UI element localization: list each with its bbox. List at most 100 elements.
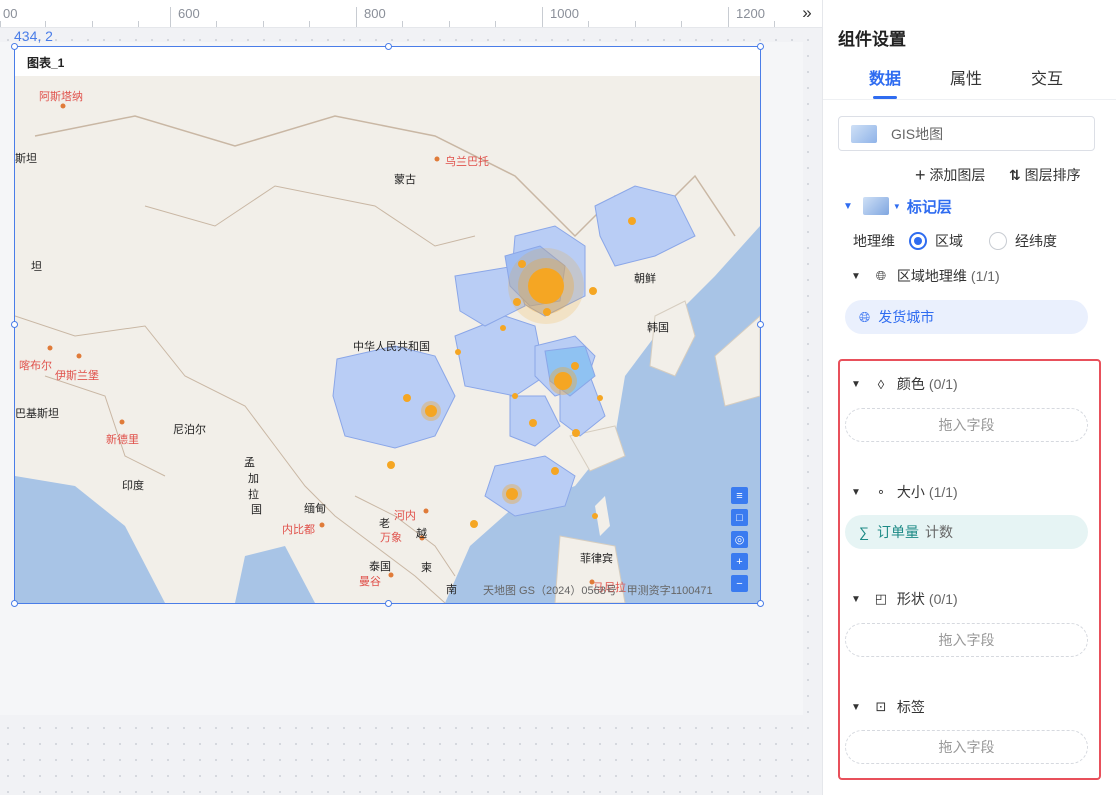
map-thumbnail-icon [851,124,877,143]
section-count: (1/1) [928,484,958,500]
map-label: 拉 [248,489,259,501]
chevron-down-icon[interactable]: ▼ [851,271,861,282]
map-label: 泰国 [369,561,391,573]
plus-icon[interactable]: + [731,553,748,570]
double-chevron-right-icon[interactable]: » [796,2,818,24]
circles-icon: ∘ [876,484,885,499]
region-geo-section[interactable]: ▼ 🌐︎ 区域地理维 (1/1) [851,266,1000,286]
plus-icon: + [915,165,926,185]
aggregation-label: 计数 [924,524,953,540]
sigma-icon: ∑ [859,524,869,540]
map-label: 中华人民共和国 [353,341,430,353]
tab-data[interactable]: 数据 [869,65,901,89]
map-label: 蒙古 [394,174,416,186]
shapes-icon: ◰ [874,591,888,606]
map-label: 孟 [244,457,255,469]
chevron-down-icon[interactable]: ▼ [851,379,861,390]
section-label: 颜色 [896,376,925,392]
layer-thumbnail-icon [862,197,889,215]
tag-icon: ⊡ [875,699,887,714]
resize-handle[interactable] [757,43,764,50]
chevron-down-icon[interactable]: ▼ [851,487,861,498]
size-field-pill[interactable]: ∑ 订单量 计数 [845,515,1088,549]
map-label: 尼泊尔 [173,424,206,436]
add-layer-label: 添加图层 [929,167,986,183]
radio-latlng[interactable] [989,232,1007,250]
layer-item[interactable]: ▼ ▼ 标记层 [843,196,952,216]
section-count: (0/1) [928,376,958,392]
map-label: 巴基斯坦 [15,408,59,420]
tab-interaction[interactable]: 交互 [1031,65,1063,89]
design-canvas[interactable]: 00 600 800 1000 1200 » 434, 2 图表_1 阿斯塔纳 … [0,0,822,795]
map-label: 坦 [31,261,42,273]
section-label: 标签 [896,699,925,715]
map-label: 加 [248,473,259,485]
map-label: 菲律宾 [580,553,613,565]
list-icon[interactable]: ≡ [731,487,748,504]
color-section[interactable]: ▼ ◊ 颜色 (0/1) [851,374,958,394]
component-settings-panel: 组件设置 数据 属性 交互 GIS地图 + 添加图层 ⇅ 图层排序 ▼ ▼ 标记… [822,0,1116,795]
position-readout: 434, 2 [14,28,53,44]
region-field-pill[interactable]: 🌐︎ 发货城市 [845,300,1088,334]
tab-properties[interactable]: 属性 [950,65,982,89]
map-label: 越 [416,528,427,540]
color-drop-zone[interactable]: 拖入字段 [845,408,1088,442]
section-label: 区域地理维 [896,268,967,284]
resize-handle[interactable] [757,600,764,607]
radio-latlng-label[interactable]: 经纬度 [1015,231,1057,251]
map-label: 印度 [122,480,144,492]
settings-tabs: 数据 属性 交互 [823,62,1116,100]
chart-widget[interactable]: 图表_1 阿斯塔纳 斯坦 乌兰巴托 蒙古 坦 朝鲜 韩国 中华人民共和国 喀布尔… [14,46,761,604]
radio-region-label[interactable]: 区域 [935,231,963,251]
globe-icon: 🌐︎ [859,308,871,325]
chart-type-select[interactable]: GIS地图 [838,116,1095,151]
radio-region[interactable] [909,232,927,250]
ruler-label: 1000 [550,6,579,21]
resize-handle[interactable] [385,43,392,50]
target-icon[interactable]: ◎ [731,531,748,548]
ruler-label: 600 [178,6,200,21]
map-label: 韩国 [647,322,669,334]
map-label: 柬 [421,562,432,574]
resize-handle[interactable] [11,43,18,50]
section-label: 大小 [896,484,925,500]
map-label: 南 [446,584,457,596]
sort-layers-button[interactable]: ⇅ 图层排序 [1009,165,1081,185]
map-label: 内比都 [282,524,315,536]
chart-title: 图表_1 [27,56,65,70]
active-tab-indicator [873,96,897,99]
label-section[interactable]: ▼ ⊡ 标签 [851,697,925,717]
horizontal-ruler: 00 600 800 1000 1200 [0,0,822,28]
label-drop-zone[interactable]: 拖入字段 [845,730,1088,764]
chevron-down-icon[interactable]: ▼ [843,201,853,212]
sort-icon: ⇅ [1009,167,1021,183]
resize-handle[interactable] [757,321,764,328]
chevron-down-icon[interactable]: ▼ [851,594,861,605]
caret-down-icon[interactable]: ▼ [893,202,901,211]
ruler-label: 00 [3,6,18,21]
map-label: 缅甸 [304,503,326,515]
ruler-label: 1200 [736,6,765,21]
map-label: 斯坦 [15,153,37,165]
map-label: 阿斯塔纳 [39,91,83,103]
minus-icon[interactable]: − [731,575,748,592]
geo-dimension-label: 地理维 [853,233,895,249]
resize-handle[interactable] [11,321,18,328]
drop-icon: ◊ [877,376,885,392]
shape-section[interactable]: ▼ ◰ 形状 (0/1) [851,589,958,609]
section-count: (1/1) [970,268,1000,284]
chevron-down-icon[interactable]: ▼ [851,702,861,713]
resize-handle[interactable] [11,600,18,607]
map-label: 万象 [380,532,402,544]
map-label: 国 [251,504,262,516]
gis-map[interactable]: 阿斯塔纳 斯坦 乌兰巴托 蒙古 坦 朝鲜 韩国 中华人民共和国 喀布尔 伊斯兰堡… [15,76,760,603]
size-section[interactable]: ▼ ∘ 大小 (1/1) [851,482,958,502]
field-name: 发货城市 [878,309,935,325]
geo-dimension-row: 地理维 区域 经纬度 [853,231,1057,251]
resize-handle[interactable] [385,600,392,607]
field-name: 订单量 [876,524,919,540]
add-layer-button[interactable]: + 添加图层 [915,165,985,186]
ruler-label: 800 [364,6,386,21]
square-icon[interactable]: □ [731,509,748,526]
shape-drop-zone[interactable]: 拖入字段 [845,623,1088,657]
